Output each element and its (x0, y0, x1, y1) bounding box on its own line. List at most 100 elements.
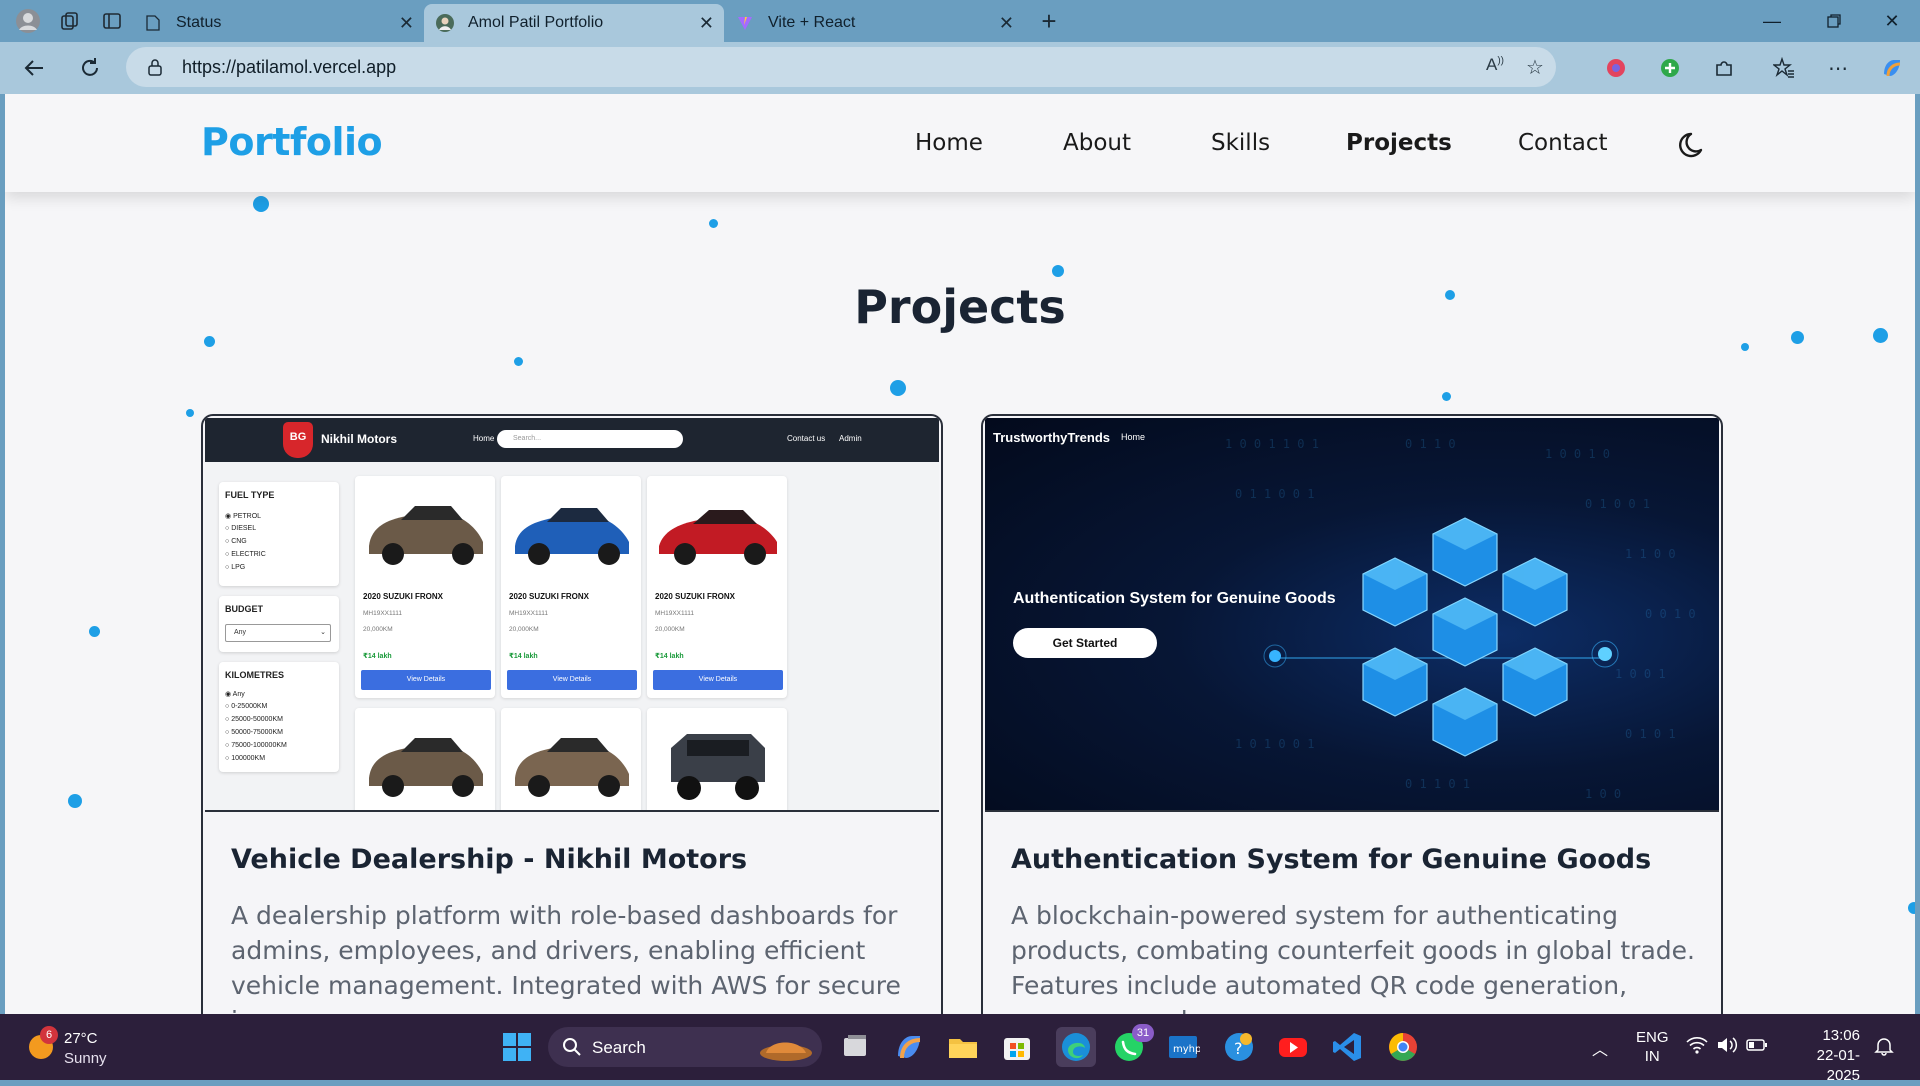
particle-dot (68, 794, 82, 808)
browser-tab-bar: Status ✕ Amol Patil Portfolio ✕ Vite + R… (0, 0, 1920, 42)
taskbar-search[interactable]: Search (548, 1027, 822, 1067)
particle-dot (1908, 902, 1915, 914)
microsoft-store-icon[interactable] (1000, 1030, 1034, 1064)
restore-button[interactable] (1806, 0, 1862, 42)
lock-icon[interactable] (148, 58, 164, 76)
car-image (369, 506, 483, 565)
clock-date: 22-01-2025 (1816, 1047, 1860, 1084)
car-image (659, 510, 777, 565)
youtube-icon[interactable] (1276, 1030, 1310, 1064)
windows-taskbar: 6 27°C Sunny Search 31 myhp ? ︿ ENG IN 1… (0, 1014, 1920, 1084)
file-explorer-icon[interactable] (946, 1030, 980, 1064)
tab-label: Vite + React (768, 14, 856, 31)
close-icon[interactable]: ✕ (699, 13, 714, 34)
help-app-icon[interactable]: ? (1222, 1030, 1256, 1064)
windows-start-icon[interactable] (500, 1030, 534, 1064)
refresh-button[interactable] (70, 48, 110, 88)
nav-home[interactable]: Home (915, 130, 983, 156)
preview-admin: Admin (839, 434, 862, 443)
read-aloud-icon[interactable]: A)) (1486, 55, 1504, 75)
nav-contact[interactable]: Contact (1518, 130, 1607, 156)
more-menu-icon[interactable]: ⋯ (1822, 52, 1854, 84)
profile-icon[interactable] (14, 7, 42, 35)
car-title: 2020 SUZUKI FRONX (509, 592, 590, 601)
view-details-button: View Details (507, 670, 637, 690)
site-navbar: Portfolio Home About Skills Projects Con… (5, 94, 1915, 192)
copilot-app-icon[interactable] (892, 1030, 926, 1064)
particle-dot (514, 357, 523, 366)
show-hidden-icons-chevron-icon[interactable]: ︿ (1592, 1036, 1608, 1060)
myhp-icon[interactable]: myhp (1166, 1030, 1201, 1064)
close-icon[interactable]: ✕ (999, 13, 1014, 34)
extensions-puzzle-icon[interactable] (1708, 52, 1740, 84)
svg-text:1 0 0: 1 0 0 (1585, 787, 1621, 801)
nav-skills[interactable]: Skills (1211, 130, 1270, 156)
car-image (671, 734, 765, 800)
project-card[interactable]: BG Nikhil Motors Home Search... Contact … (201, 414, 943, 1014)
car-card (501, 708, 641, 810)
favorite-star-icon[interactable]: ☆ (1526, 55, 1544, 80)
collections-icon[interactable] (56, 7, 84, 35)
edge-browser-icon[interactable] (1056, 1027, 1096, 1067)
nav-about[interactable]: About (1063, 130, 1131, 156)
url-field[interactable]: https://patilamol.vercel.app A)) ☆ (126, 47, 1556, 87)
car-image (369, 738, 483, 797)
fuel-option: ○ LPG (225, 564, 246, 571)
task-view-icon[interactable] (838, 1030, 872, 1064)
clock[interactable]: 13:06 22-01-2025 (1786, 1026, 1860, 1086)
close-window-button[interactable]: ✕ (1864, 0, 1920, 42)
tab-actions-icon[interactable] (98, 7, 126, 35)
car-title: 2020 SUZUKI FRONX (655, 592, 736, 601)
particle-dot (1741, 343, 1749, 351)
svg-text:1 0 0 1: 1 0 0 1 (1615, 667, 1666, 681)
project-preview-image: BG Nikhil Motors Home Search... Contact … (205, 418, 939, 812)
svg-text:0 1 0 1: 0 1 0 1 (1625, 727, 1676, 741)
close-icon[interactable]: ✕ (399, 13, 414, 34)
wifi-icon[interactable] (1686, 1036, 1708, 1059)
weather-widget[interactable]: 6 27°C Sunny (26, 1026, 107, 1067)
extension-green-icon[interactable] (1654, 52, 1686, 84)
km-option: ○ 50000-75000KM (225, 729, 283, 736)
particle-dot (890, 380, 906, 396)
battery-icon[interactable] (1746, 1036, 1768, 1059)
favorites-icon[interactable] (1768, 52, 1800, 84)
tab-status[interactable]: Status ✕ (132, 4, 424, 42)
budget-heading: BUDGET (225, 604, 263, 614)
car-km: 20,000KM (509, 626, 539, 633)
extension-icon[interactable] (1600, 52, 1632, 84)
car-card (647, 708, 787, 810)
search-label: Search (592, 1038, 646, 1057)
svg-text:1 0 1 0 0 1: 1 0 1 0 0 1 (1235, 737, 1314, 751)
car-card: 2020 SUZUKI FRONX MH19XX1111 20,000KM ₹1… (501, 476, 641, 698)
km-filter-panel: KILOMETRES ◉ Any ○ 0-25000KM ○ 25000-500… (219, 662, 339, 772)
car-card: 2020 SUZUKI FRONX MH19XX1111 20,000KM ₹1… (647, 476, 787, 698)
volume-icon[interactable] (1716, 1036, 1738, 1059)
tab-portfolio[interactable]: Amol Patil Portfolio ✕ (424, 4, 724, 42)
km-option: ○ 75000-100000KM (225, 742, 287, 749)
car-reg: MH19XX1111 (509, 610, 549, 617)
language-indicator[interactable]: ENG IN (1636, 1028, 1669, 1066)
notification-bell-icon[interactable] (1874, 1036, 1894, 1061)
fuel-heading: FUEL TYPE (225, 490, 275, 500)
copilot-icon[interactable] (1876, 52, 1908, 84)
tab-vite-react[interactable]: Vite + React ✕ (724, 4, 1024, 42)
particle-dot (709, 219, 718, 228)
minimize-button[interactable]: — (1744, 0, 1800, 42)
chrome-icon[interactable] (1386, 1030, 1420, 1064)
back-button[interactable] (14, 48, 54, 88)
site-logo[interactable]: Portfolio (201, 120, 383, 164)
vscode-icon[interactable] (1330, 1030, 1364, 1064)
car-image (515, 738, 629, 797)
project-card[interactable]: 1 0 0 1 1 0 1 0 1 1 0 1 0 0 1 0 0 1 1 0 0 … (981, 414, 1723, 1014)
weather-badge: 6 (40, 1026, 58, 1044)
new-tab-button[interactable]: + (1032, 4, 1066, 38)
fuel-filter-panel: FUEL TYPE ◉ PETROL ○ DIESEL ○ CNG ○ ELEC… (219, 482, 339, 586)
particle-dot (1442, 392, 1451, 401)
car-km: 20,000KM (363, 626, 393, 633)
whatsapp-icon[interactable]: 31 (1112, 1024, 1154, 1064)
particle-dot (89, 626, 100, 637)
car-title: 2020 SUZUKI FRONX (363, 592, 444, 601)
car-reg: MH19XX1111 (363, 610, 403, 617)
moon-icon[interactable] (1677, 128, 1711, 162)
nav-projects[interactable]: Projects (1346, 130, 1452, 156)
